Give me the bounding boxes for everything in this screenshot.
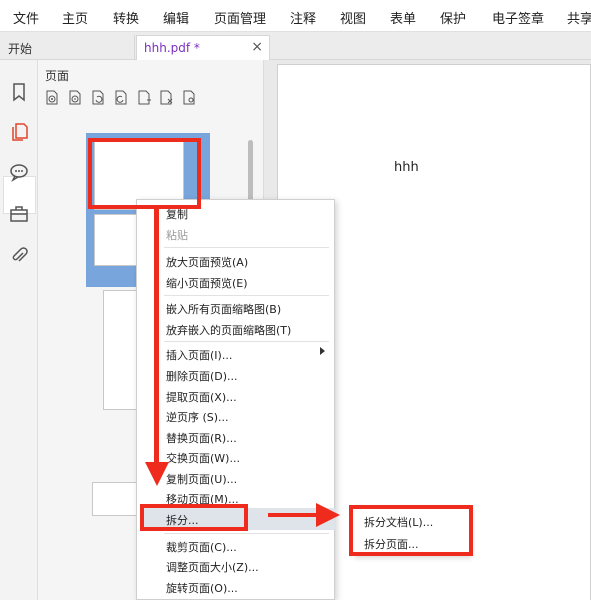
menu-item-replace-page[interactable]: 替换页面(R)... (166, 430, 237, 446)
menu-separator (164, 247, 329, 248)
menu-item-delete-page[interactable]: 删除页面(D)... (166, 368, 238, 384)
menu-protect[interactable]: 保护 (440, 8, 466, 27)
delete-page-icon[interactable] (158, 90, 174, 106)
close-icon[interactable]: × (251, 39, 263, 55)
document-text: hhh (394, 160, 419, 175)
menu-item-extract-page[interactable]: 提取页面(X)... (166, 389, 237, 405)
menu-item-zoom-out-preview[interactable]: 缩小页面预览(E) (166, 275, 248, 291)
menu-item-resize-page[interactable]: 调整页面大小(Z)... (166, 559, 259, 575)
menu-item-discard-thumbnails[interactable]: 放弃嵌入的页面缩略图(T) (166, 322, 291, 338)
insert-page-icon[interactable] (136, 90, 152, 106)
menu-annotate[interactable]: 注释 (290, 8, 316, 27)
annotation-arrow-down-head (145, 462, 169, 486)
toolbox-icon[interactable] (9, 204, 29, 224)
tab-home-label: 开始 (8, 42, 33, 56)
page-thumbnail-2[interactable] (103, 290, 138, 410)
menu-form[interactable]: 表单 (390, 8, 416, 27)
menu-home[interactable]: 主页 (62, 8, 88, 27)
menu-item-crop-page[interactable]: 裁剪页面(C)... (166, 539, 237, 555)
rotate-right-icon[interactable] (113, 90, 129, 106)
menu-item-copy-page[interactable]: 复制页面(U)... (166, 471, 237, 487)
annotation-box-split (140, 504, 248, 531)
menu-item-zoom-in-preview[interactable]: 放大页面预览(A) (166, 254, 248, 270)
sidebar-rail (0, 60, 38, 600)
pages-icon[interactable] (9, 122, 29, 142)
tab-home[interactable]: 开始 (0, 35, 135, 60)
menu-item-embed-thumbnails[interactable]: 嵌入所有页面缩略图(B) (166, 301, 281, 317)
menu-item-swap-page[interactable]: 交换页面(W)... (166, 450, 240, 466)
bookmark-icon[interactable] (9, 82, 29, 102)
page-settings-icon[interactable] (181, 90, 197, 106)
annotation-arrow-right-line (268, 513, 320, 517)
menu-edit[interactable]: 编辑 (163, 8, 189, 27)
tab-document-label: hhh.pdf * (144, 41, 200, 55)
menu-bar: 文件 主页 转换 编辑 页面管理 注释 视图 表单 保护 电子签章 共享 (0, 0, 591, 32)
comment-icon[interactable] (9, 162, 29, 182)
menu-item-insert-page[interactable]: 插入页面(I)... (166, 347, 232, 363)
submenu-arrow-icon (320, 347, 325, 355)
menu-separator (164, 295, 329, 296)
zoom-in-page-icon[interactable] (44, 90, 60, 106)
page-thumbnail-3[interactable] (92, 482, 138, 516)
tab-document[interactable]: hhh.pdf * × (136, 35, 270, 60)
annotation-box-thumbnail (88, 138, 201, 209)
annotation-arrow-right-head (316, 503, 340, 527)
menu-view[interactable]: 视图 (340, 8, 366, 27)
menu-item-reverse-order[interactable]: 逆页序 (S)... (166, 409, 229, 425)
menu-separator (164, 533, 329, 534)
thumbnail-panel-title: 页面 (45, 69, 70, 83)
menu-share[interactable]: 共享 (567, 8, 591, 27)
menu-file[interactable]: 文件 (13, 8, 39, 27)
menu-item-rotate-page[interactable]: 旋转页面(O)... (166, 580, 238, 596)
zoom-out-page-icon[interactable] (67, 90, 83, 106)
menu-esign[interactable]: 电子签章 (492, 8, 544, 27)
annotation-box-submenu (349, 505, 473, 556)
menu-convert[interactable]: 转换 (113, 8, 139, 27)
annotation-arrow-down-line (154, 209, 159, 467)
tab-bar: 开始 hhh.pdf * × (0, 32, 591, 60)
rotate-left-icon[interactable] (90, 90, 106, 106)
menu-separator (164, 341, 329, 342)
attachment-icon[interactable] (9, 246, 29, 266)
menu-item-paste: 粘贴 (166, 229, 188, 242)
menu-page-management[interactable]: 页面管理 (214, 8, 266, 27)
